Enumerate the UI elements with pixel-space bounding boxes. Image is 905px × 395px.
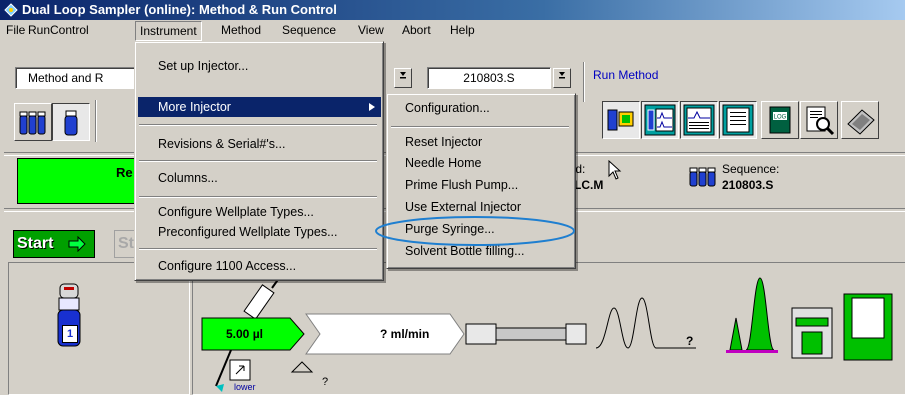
menu-item-configure-wellplate-types[interactable]: Configure Wellplate Types... <box>138 202 378 222</box>
valve-question: ? <box>322 376 329 388</box>
flow-rate-value[interactable]: ? ml/min <box>380 327 429 341</box>
start-label: Start <box>17 235 54 252</box>
menu-item-more-injector[interactable]: More Injector <box>138 97 381 117</box>
menu-item-revisions[interactable]: Revisions & Serial#'s... <box>138 134 378 154</box>
menu-separator <box>139 248 377 250</box>
stop-label: St <box>118 235 134 252</box>
menu-separator <box>139 196 377 198</box>
title-bar: Dual Loop Sampler (online): Method & Run… <box>0 0 905 20</box>
run-method-view-button[interactable] <box>602 101 640 139</box>
vial-number: 1 <box>62 325 78 343</box>
menu-instrument[interactable]: Instrument <box>135 21 202 41</box>
menu-item-preconfigured-wellplate-types[interactable]: Preconfigured Wellplate Types... <box>138 222 378 242</box>
report-icon <box>722 104 754 136</box>
menu-bar: File RunControl Instrument Method Sequen… <box>0 20 905 41</box>
single-vial-button[interactable] <box>52 103 90 141</box>
data-analysis-button[interactable] <box>680 101 718 139</box>
menu-runcontrol[interactable]: RunControl <box>24 20 93 41</box>
file-combo-dropdown[interactable] <box>553 68 571 88</box>
ready-indicator: Re <box>17 158 141 204</box>
printer-icon <box>843 293 893 361</box>
chromatogram-icon <box>683 104 715 136</box>
view-combo-value: Method and R <box>28 71 104 85</box>
submenu-item-prime-flush-pump[interactable]: Prime Flush Pump... <box>389 175 571 195</box>
svg-text:LOG: LOG <box>774 115 787 121</box>
menu-view[interactable]: View <box>354 20 388 41</box>
arrow-right-icon <box>68 236 86 252</box>
mouse-cursor-icon <box>608 160 622 180</box>
vial-icon <box>64 110 78 136</box>
method-signal-button[interactable] <box>641 101 679 139</box>
chevron-down-icon <box>559 72 565 79</box>
menu-help[interactable]: Help <box>446 20 479 41</box>
logbook-icon: LOG <box>769 106 791 134</box>
method-view-icon <box>607 109 634 131</box>
sampler-panel <box>8 262 190 395</box>
file-combo[interactable]: 210803.S <box>427 67 551 89</box>
view-combo-dropdown[interactable] <box>394 68 412 88</box>
menu-method[interactable]: Method <box>217 20 265 41</box>
submenu-item-reset-injector[interactable]: Reset Injector <box>389 132 571 152</box>
ready-text: Re <box>116 165 133 180</box>
network-button[interactable] <box>841 101 879 139</box>
toolbar-separator <box>583 62 585 102</box>
chevron-down-icon <box>400 72 406 79</box>
instrument-menu: Set up Injector... More Injector Revisio… <box>134 41 384 281</box>
vial-signal-icon <box>644 104 676 136</box>
report-button[interactable] <box>719 101 757 139</box>
logbook-button[interactable]: LOG <box>761 101 799 139</box>
menu-separator <box>139 124 377 126</box>
window-title: Dual Loop Sampler (online): Method & Run… <box>22 2 337 17</box>
menu-sequence[interactable]: Sequence <box>278 20 340 41</box>
menu-separator <box>391 126 569 128</box>
multi-vial-button[interactable] <box>14 103 52 141</box>
sequence-value: 210803.S <box>722 178 774 192</box>
vial-tray-icon <box>19 111 46 135</box>
menu-abort[interactable]: Abort <box>398 20 435 41</box>
flow-diagram <box>201 273 893 392</box>
sample-vial-icon[interactable] <box>52 282 86 356</box>
sequence-vials-icon <box>689 167 716 187</box>
menu-item-setup-injector[interactable]: Set up Injector... <box>138 56 378 76</box>
preview-button[interactable] <box>800 101 838 139</box>
menu-separator <box>139 160 377 162</box>
menu-item-columns[interactable]: Columns... <box>138 168 378 188</box>
magnifier-icon <box>806 106 835 136</box>
app-icon <box>4 3 18 17</box>
injection-volume-value[interactable]: 5.00 µl <box>226 327 263 341</box>
view-combo[interactable]: Method and R <box>15 67 135 89</box>
balance-icon <box>791 307 833 359</box>
menu-item-configure-1100-access[interactable]: Configure 1100 Access... <box>138 256 378 276</box>
submenu-item-needle-home[interactable]: Needle Home <box>389 153 571 173</box>
lower-label: lower <box>234 382 256 392</box>
run-method-label: Run Method <box>593 68 659 82</box>
file-combo-value: 210803.S <box>463 71 515 85</box>
chevron-right-icon <box>369 103 375 111</box>
start-button[interactable]: Start <box>13 230 95 258</box>
annotation-ellipse <box>375 216 575 246</box>
submenu-item-configuration[interactable]: Configuration... <box>389 98 571 118</box>
more-injector-label: More Injector <box>158 100 231 114</box>
sequence-label: Sequence: <box>722 162 780 176</box>
detector-unknown: ? <box>686 334 694 348</box>
toolbar-separator <box>95 100 97 142</box>
network-icon <box>847 109 875 135</box>
